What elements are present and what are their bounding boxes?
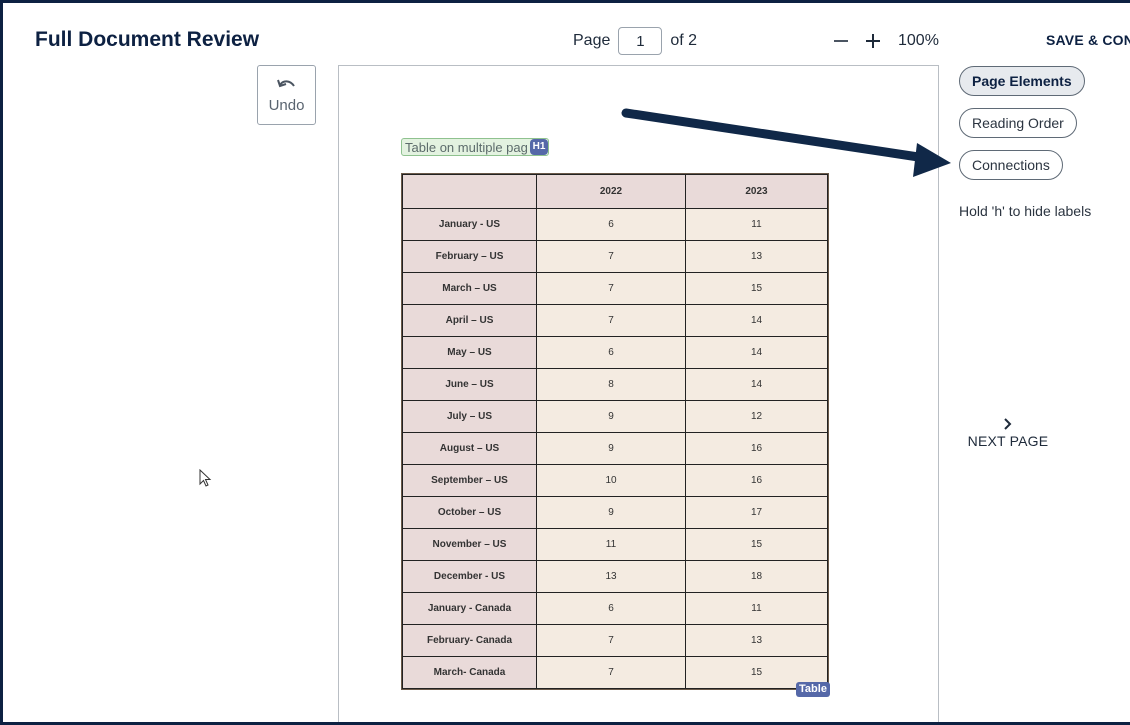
mouse-pointer-icon (199, 469, 212, 487)
app-window: Full Document Review Page of 2 100% SAVE… (3, 3, 1130, 722)
annotation-arrow-icon (621, 108, 951, 177)
